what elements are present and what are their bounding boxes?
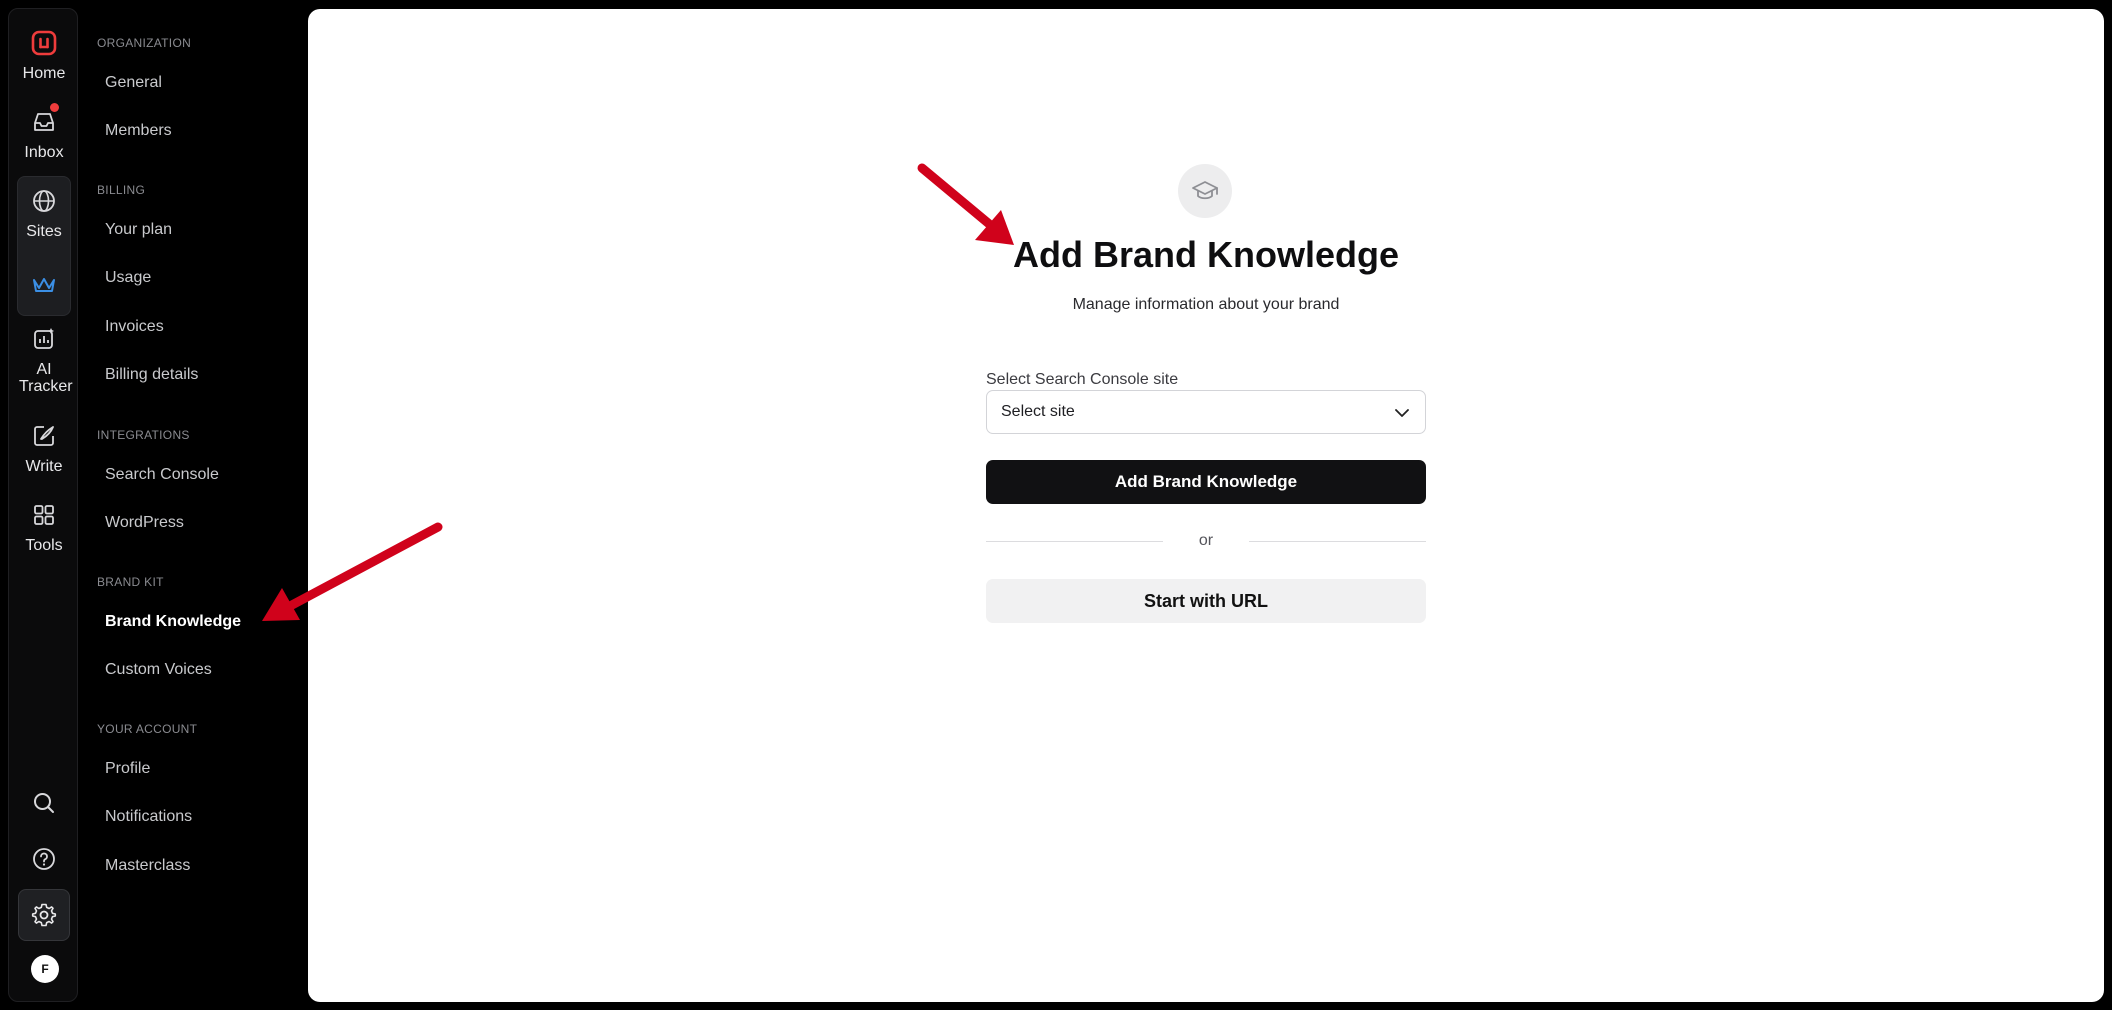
hero-icon-badge (1178, 164, 1232, 218)
select-site-value: Select site (1001, 403, 1075, 420)
page-title: Add Brand Knowledge (1013, 234, 1399, 275)
search-icon (34, 793, 54, 813)
nav-item-general[interactable]: General (105, 74, 162, 92)
gear-icon (31, 903, 57, 927)
inbox-notification-dot (50, 103, 59, 112)
nav-item-masterclass[interactable]: Masterclass (105, 857, 190, 875)
nav-item-profile[interactable]: Profile (105, 760, 150, 778)
select-site-label: Select Search Console site (986, 371, 1179, 388)
rail-item-sites[interactable]: Sites (9, 187, 79, 240)
nav-item-custom-voices[interactable]: Custom Voices (105, 661, 212, 679)
search-console-site-select[interactable]: Select site (986, 390, 1426, 434)
divider-left (986, 541, 1163, 542)
graduation-cap-icon (1192, 181, 1218, 200)
nav-section-brand-kit: BRAND KIT (97, 575, 164, 589)
rail-item-ai-tracker[interactable]: AI Tracker (9, 325, 79, 395)
rail-label-inbox: Inbox (24, 144, 64, 161)
divider-or-text: or (1198, 532, 1214, 549)
settings-nav: ORGANIZATION General Members BILLING You… (78, 0, 308, 1010)
inbox-icon (34, 113, 54, 131)
icon-rail: Home Inbox Sites AI Tracker Write Tools … (8, 8, 78, 1002)
nav-item-billing-details[interactable]: Billing details (105, 366, 198, 384)
nav-item-usage[interactable]: Usage (105, 269, 151, 287)
nav-section-integrations: INTEGRATIONS (97, 428, 190, 442)
nav-item-brand-knowledge[interactable]: Brand Knowledge (105, 613, 241, 631)
rail-item-write[interactable]: Write (9, 422, 79, 475)
page-subtitle: Manage information about your brand (1072, 296, 1340, 313)
rail-search-button[interactable] (9, 789, 79, 817)
rail-item-site-crown[interactable] (9, 271, 79, 299)
rail-help-button[interactable] (9, 845, 79, 873)
rail-label-write: Write (25, 458, 63, 475)
add-brand-knowledge-button[interactable]: Add Brand Knowledge (986, 460, 1426, 504)
nav-item-wordpress[interactable]: WordPress (105, 514, 184, 532)
nav-item-your-plan[interactable]: Your plan (105, 221, 172, 239)
divider-right (1249, 541, 1426, 542)
globe-icon (33, 190, 55, 212)
nav-section-billing: BILLING (97, 183, 146, 197)
chevron-down-icon (1395, 409, 1409, 417)
nav-item-invoices[interactable]: Invoices (105, 318, 164, 336)
grid-icon (34, 505, 54, 525)
crown-icon (33, 278, 55, 292)
main-panel: Add Brand Knowledge Manage information a… (308, 9, 2104, 1002)
ai-tracker-icon (34, 328, 54, 349)
rail-label-home: Home (22, 65, 66, 82)
help-icon (33, 848, 55, 870)
rail-item-inbox[interactable]: Inbox (9, 108, 79, 161)
write-icon (34, 426, 54, 446)
rail-label-ai-tracker: AI Tracker (19, 361, 73, 395)
rail-label-tools: Tools (25, 537, 63, 554)
rail-label-sites: Sites (26, 223, 62, 240)
nav-item-members[interactable]: Members (105, 122, 172, 140)
nav-section-your-account: YOUR ACCOUNT (97, 722, 198, 736)
nav-item-notifications[interactable]: Notifications (105, 808, 192, 826)
rail-item-tools[interactable]: Tools (9, 501, 79, 554)
rail-item-home[interactable]: Home (9, 29, 79, 82)
nav-section-organization: ORGANIZATION (97, 36, 192, 50)
rail-settings-button[interactable] (18, 889, 70, 941)
home-logo-icon (31, 30, 57, 56)
start-with-url-button[interactable]: Start with URL (986, 579, 1426, 623)
nav-item-search-console[interactable]: Search Console (105, 466, 219, 484)
user-avatar[interactable]: F (31, 955, 59, 983)
